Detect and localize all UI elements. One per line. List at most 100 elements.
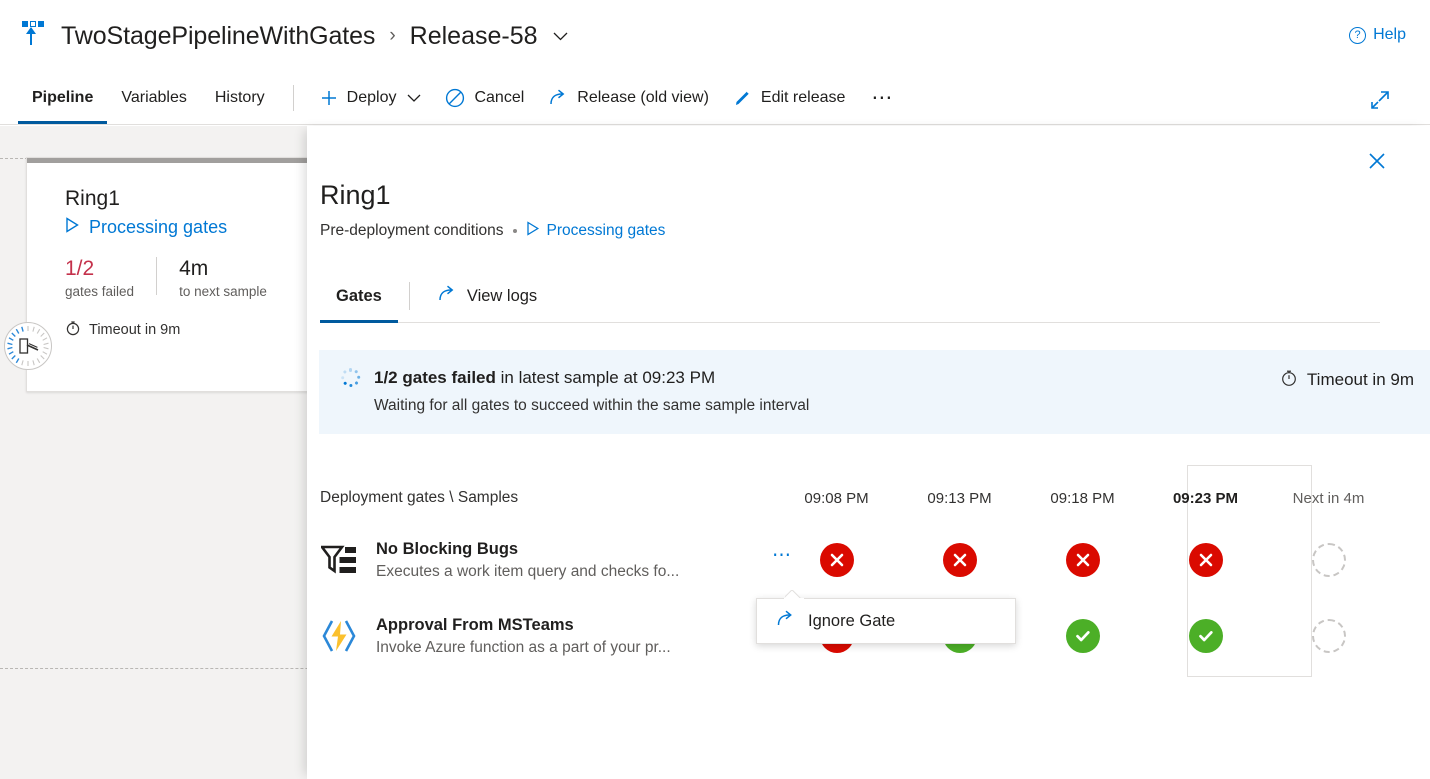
timer-icon [1280, 369, 1298, 392]
banner-message-rest: in latest sample at 09:23 PM [495, 367, 716, 387]
edit-release-label: Edit release [760, 89, 846, 106]
status-failed-icon [942, 543, 977, 577]
pipelines-logo-icon [22, 21, 50, 51]
toolbar-tabs: Pipeline Variables History [0, 72, 279, 124]
gate-1-status-3[interactable] [1021, 543, 1144, 577]
bullet-dot-icon [512, 228, 517, 233]
tab-gates[interactable]: Gates [320, 271, 398, 323]
gate-row-1-description: Executes a work item query and checks fo… [376, 562, 680, 580]
sample-column-header-3: 09:18 PM [1050, 489, 1115, 507]
app-header: TwoStagePipelineWithGates › Release-58 ?… [0, 0, 1430, 72]
panel-subtitle-text: Pre-deployment conditions [320, 221, 504, 239]
sample-column-header-2: 09:13 PM [927, 489, 992, 507]
sample-column-header-5: Next in 4m [1292, 489, 1365, 507]
status-failed-icon [819, 543, 854, 577]
stage-card-name: Ring1 [65, 187, 120, 210]
gate-row-2-title: Approval From MSTeams [376, 615, 574, 634]
panel-header: Ring1 Pre-deployment conditions Processi… [307, 126, 1430, 241]
chevron-down-icon [407, 89, 421, 107]
tab-view-logs-label: View logs [466, 286, 538, 305]
toolbar-more-button[interactable]: ⋯ [857, 87, 908, 107]
share-arrow-icon [548, 89, 568, 107]
metric-gates-failed-label: gates failed [65, 284, 135, 300]
callout-beak-cover [784, 598, 804, 601]
table-row: No Blocking Bugs Executes a work item qu… [320, 522, 1420, 598]
gate-1-status-5 [1267, 543, 1390, 577]
toolbar: Pipeline Variables History Deploy Cancel [0, 72, 1430, 125]
release-old-view-label: Release (old view) [577, 89, 709, 106]
stage-card-timeout-label: Timeout in 9m [89, 322, 181, 339]
breadcrumb-separator: › [389, 25, 396, 46]
azure-function-icon [320, 617, 358, 655]
stage-card-status-label: Processing gates [89, 217, 228, 238]
chevron-down-icon[interactable] [553, 28, 568, 45]
fullscreen-arrow-icon[interactable] [1368, 88, 1392, 117]
tab-pipeline-label: Pipeline [32, 89, 94, 106]
toolbar-divider [292, 85, 294, 111]
panel-status-link[interactable]: Processing gates [526, 221, 666, 241]
spinner-icon [340, 368, 360, 388]
gate-row-1: No Blocking Bugs Executes a work item qu… [320, 539, 791, 581]
ignore-gate-callout[interactable]: Ignore Gate [756, 598, 1016, 644]
banner-timeout-label: Timeout in 9m [1306, 370, 1414, 390]
gate-1-status-4[interactable] [1144, 543, 1267, 577]
deploy-label: Deploy [346, 89, 397, 106]
play-triangle-icon [526, 221, 540, 241]
stage-card-ring1[interactable]: Ring1 Processing gates 1/2 gates failed … [26, 157, 309, 392]
tab-history[interactable]: History [201, 72, 279, 124]
pencil-icon [733, 89, 752, 108]
gate-barrier-icon [4, 322, 52, 370]
breadcrumb-project[interactable]: TwoStagePipelineWithGates [61, 22, 375, 51]
gates-status-banner: 1/2 gates failed in latest sample at 09:… [319, 349, 1430, 434]
metric-gates-failed-value: 1/2 [65, 257, 95, 281]
gates-table: Deployment gates \ Samples 09:08 PM 09:1… [320, 474, 1420, 674]
gate-2-status-3[interactable] [1021, 619, 1144, 653]
ellipsis-icon[interactable]: ⋯ [772, 545, 793, 565]
tab-pipeline[interactable]: Pipeline [18, 72, 108, 124]
gate-2-status-5 [1267, 619, 1390, 653]
stage-card-timeout: Timeout in 9m [65, 320, 308, 340]
banner-timeout: Timeout in 9m [1280, 369, 1414, 392]
question-circle-icon: ? [1349, 26, 1367, 44]
plus-icon [320, 89, 338, 107]
banner-message: 1/2 gates failed in latest sample at 09:… [374, 368, 715, 388]
gate-1-status-2[interactable] [898, 543, 1021, 577]
close-icon[interactable] [1364, 148, 1390, 174]
breadcrumb: TwoStagePipelineWithGates › Release-58 [0, 21, 568, 51]
ignore-gate-label: Ignore Gate [808, 611, 896, 630]
tab-view-logs[interactable]: View logs [421, 271, 553, 322]
stage-card-status[interactable]: Processing gates [65, 217, 308, 238]
status-succeeded-icon [1188, 619, 1223, 653]
gate-row-2-description: Invoke Azure function as a part of your … [376, 638, 671, 656]
release-old-view-button[interactable]: Release (old view) [536, 72, 721, 124]
edit-release-button[interactable]: Edit release [721, 72, 858, 124]
cancel-button[interactable]: Cancel [433, 72, 536, 124]
share-arrow-icon [437, 285, 457, 308]
gate-row-2: Approval From MSTeams Invoke Azure funct… [320, 616, 775, 657]
status-pending-icon [1311, 543, 1346, 577]
panel-status-link-label: Processing gates [546, 221, 666, 239]
help-label: Help [1373, 26, 1406, 43]
gates-table-header: Deployment gates \ Samples 09:08 PM 09:1… [320, 474, 1420, 522]
play-triangle-icon [65, 217, 80, 238]
deploy-button[interactable]: Deploy [308, 72, 434, 124]
tab-variables[interactable]: Variables [107, 72, 201, 124]
metric-next-sample-value: 4m [179, 257, 209, 281]
gates-table-name-header: Deployment gates \ Samples [320, 489, 519, 506]
metric-next-sample-label: to next sample [179, 284, 267, 300]
gate-row-1-title: No Blocking Bugs [376, 539, 519, 558]
stage-card-metrics: 1/2 gates failed 4m to next sample [65, 257, 308, 299]
breadcrumb-release[interactable]: Release-58 [410, 22, 538, 51]
share-arrow-icon [775, 610, 796, 633]
metric-next-sample: 4m to next sample [179, 257, 267, 299]
sample-column-header-4: 09:23 PM [1172, 489, 1239, 507]
gate-1-status-1[interactable] [775, 543, 898, 577]
panel-tabs-divider [408, 282, 410, 311]
gate-2-status-4[interactable] [1144, 619, 1267, 653]
panel-tabs: Gates View logs [320, 271, 1380, 323]
tab-gates-label: Gates [336, 286, 382, 305]
page-title: Ring1 [320, 180, 391, 210]
status-failed-icon [1188, 543, 1223, 577]
timer-icon [65, 320, 81, 340]
help-button[interactable]: ? Help [1349, 26, 1406, 44]
